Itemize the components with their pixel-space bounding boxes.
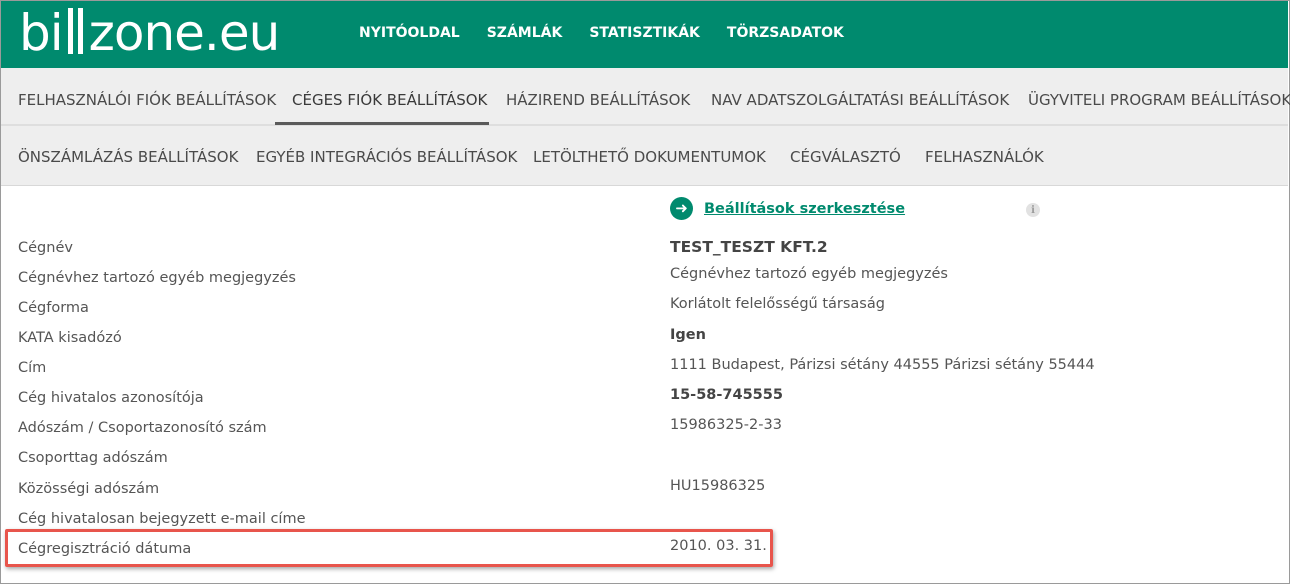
edit-settings-label: Beállítások szerkesztése (704, 200, 906, 217)
tab-house-rules-settings[interactable]: HÁZIREND BEÁLLÍTÁSOK (506, 91, 690, 109)
field-label-company-name: Cégnév (18, 240, 73, 256)
active-tab-underline (275, 122, 489, 125)
field-label-company-name-note: Cégnévhez tartozó egyéb megjegyzés (18, 270, 296, 286)
field-label-tax-number: Adószám / Csoportazonosító szám (18, 420, 267, 436)
tab-nav-data-reporting-settings[interactable]: NAV ADATSZOLGÁLTATÁSI BEÁLLÍTÁSOK (711, 91, 1009, 109)
edit-settings-link[interactable]: ➜ Beállítások szerkesztése (670, 197, 905, 220)
tab-user-account-settings[interactable]: FELHASZNÁLÓI FIÓK BEÁLLÍTÁSOK (18, 91, 276, 109)
field-value-community-tax: HU15986325 (670, 478, 766, 494)
field-value-company-name-note: Cégnévhez tartozó egyéb megjegyzés (670, 266, 948, 282)
field-value-company-name: TEST_TESZT KFT.2 (670, 238, 828, 256)
logo-text-left: bi (19, 4, 64, 62)
field-value-company-form: Korlátolt felelősségű társaság (670, 296, 885, 312)
field-label-community-tax: Közösségi adószám (18, 481, 160, 497)
top-navigation-bar: bi zone.eu NYITÓOLDAL SZÁMLÁK STATISZTIKÁ… (1, 1, 1288, 68)
tab-other-integration-settings[interactable]: EGYÉB INTEGRÁCIÓS BEÁLLÍTÁSOK (256, 148, 517, 166)
tab-downloadable-documents[interactable]: LETÖLTHETŐ DOKUMENTUMOK (533, 148, 766, 166)
info-icon[interactable]: i (1026, 203, 1040, 217)
nav-statistics[interactable]: STATISZTIKÁK (589, 25, 700, 41)
billzone-logo[interactable]: bi zone.eu (19, 3, 281, 63)
field-label-address: Cím (18, 360, 47, 376)
tab-self-billing-settings[interactable]: ÖNSZÁMLÁZÁS BEÁLLÍTÁSOK (18, 148, 238, 166)
field-value-kata: Igen (670, 327, 706, 343)
arrow-right-circle-icon: ➜ (670, 197, 693, 220)
field-label-company-id: Cég hivatalos azonosítója (18, 390, 204, 406)
field-value-company-id: 15-58-745555 (670, 387, 783, 403)
tab-company-account-settings[interactable]: CÉGES FIÓK BEÁLLÍTÁSOK (292, 91, 487, 109)
main-nav: NYITÓOLDAL SZÁMLÁK STATISZTIKÁK TÖRZSADA… (359, 25, 844, 41)
field-value-tax-number: 15986325-2-33 (670, 417, 782, 433)
nav-invoices[interactable]: SZÁMLÁK (487, 25, 563, 41)
tab-users[interactable]: FELHASZNÁLÓK (925, 148, 1044, 166)
nav-home[interactable]: NYITÓOLDAL (359, 25, 460, 41)
field-value-address: 1111 Budapest, Párizsi sétány 44555 Pári… (670, 357, 1095, 373)
tab-accounting-program-settings[interactable]: ÜGYVITELI PROGRAM BEÁLLÍTÁSOK (1028, 91, 1290, 109)
field-label-group-member-tax: Csoporttag adószám (18, 450, 168, 466)
settings-tabs: FELHASZNÁLÓI FIÓK BEÁLLÍTÁSOK CÉGES FIÓK… (1, 68, 1290, 186)
logo-text-right: zone.eu (88, 4, 281, 62)
logo-bars-icon (65, 8, 87, 54)
field-label-kata: KATA kisadózó (18, 330, 122, 346)
tab-company-selector[interactable]: CÉGVÁLASZTÓ (790, 148, 901, 166)
field-label-company-form: Cégforma (18, 300, 89, 316)
nav-master-data[interactable]: TÖRZSADATOK (727, 25, 844, 41)
tab-row-divider (1, 124, 1288, 126)
highlight-box (5, 529, 773, 567)
field-label-official-email: Cég hivatalosan bejegyzett e-mail címe (18, 511, 306, 527)
